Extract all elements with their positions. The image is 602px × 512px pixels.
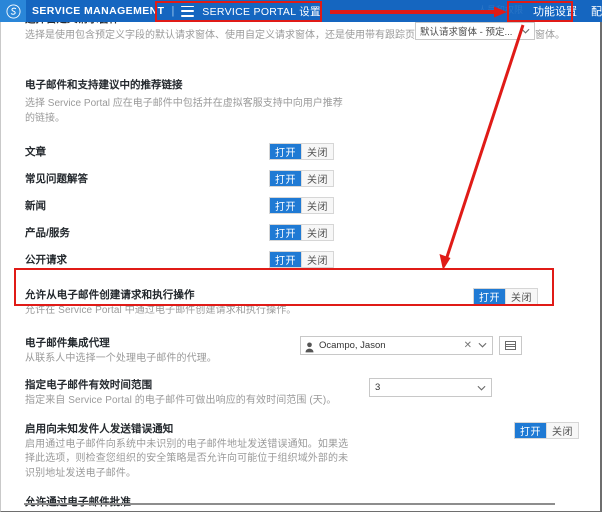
link-item-label: 产品/服务 — [25, 227, 70, 239]
service-portal-settings-nav[interactable]: SERVICE PORTAL 设置 — [181, 4, 321, 19]
recommended-links-desc: 选择 Service Portal 应在电子邮件中包括并在虚拟客服支持中向用户推… — [25, 98, 343, 124]
toggle-off-label[interactable]: 关闭 — [301, 171, 333, 186]
email-validity-range-setting: 指定电子邮件有效时间范围 指定来自 Service Portal 的电子邮件可做… — [25, 378, 579, 409]
toggle-unknown-sender-notification[interactable]: 打开 关闭 — [514, 421, 579, 439]
allow-create-from-email-text: 允许从电子邮件创建请求和执行操作 允许在 Service Portal 中通过电… — [25, 288, 296, 319]
toggle-off-label[interactable]: 关闭 — [546, 422, 578, 438]
unknown-sender-notification-text: 启用向未知发件人发送错误通知 启用通过电子邮件向系统中未识别的电子邮件地址发送错… — [25, 422, 355, 482]
allow-create-from-email-desc: 允许在 Service Portal 中通过电子邮件创建请求和执行操作。 — [25, 305, 297, 316]
settings-scroll-area[interactable]: 选择自定义请求窗体 选择是使用包含预定义字段的默认请求窗体、使用自定义请求窗体，… — [0, 22, 602, 512]
toggle-on-label[interactable]: 打开 — [270, 144, 301, 159]
link-item-label: 文章 — [25, 146, 46, 158]
email-validity-range-desc: 指定来自 Service Portal 的电子邮件可做出响应的有效时间范围 (天… — [25, 395, 337, 406]
link-item-label: 新闻 — [25, 200, 46, 212]
service-management-logo-icon[interactable] — [0, 0, 26, 22]
toggle-on-label[interactable]: 打开 — [474, 289, 505, 304]
service-portal-settings-label: SERVICE PORTAL 设置 — [202, 5, 321, 18]
recommended-links-toggle-list: 文章 打开 关闭 常见问题解答 打开 关闭 新闻 打开 关闭 产品/服务 打开 … — [25, 138, 579, 273]
allow-create-from-email-control: 打开 关闭 — [473, 288, 538, 306]
email-integration-agent-text: 电子邮件集成代理 从联系人中选择一个处理电子邮件的代理。 — [25, 336, 217, 367]
list-item: 常见问题解答 打开 关闭 — [25, 165, 579, 192]
toggle-news[interactable]: 打开 关闭 — [269, 197, 334, 214]
toggle-faq[interactable]: 打开 关闭 — [269, 170, 334, 187]
email-validity-range-text: 指定电子邮件有效时间范围 指定来自 Service Portal 的电子邮件可做… — [25, 378, 336, 409]
agent-picker-value: Ocampo, Jason — [319, 339, 386, 351]
list-item: 公开请求 打开 关闭 — [25, 246, 579, 273]
allow-create-from-email-setting: 允许从电子邮件创建请求和执行操作 允许在 Service Portal 中通过电… — [16, 282, 547, 325]
product-title: SERVICE MANAGEMENT — [32, 5, 165, 17]
toggle-allow-create-from-email[interactable]: 打开 关闭 — [473, 288, 538, 305]
toggle-off-label[interactable]: 关闭 — [301, 144, 333, 159]
chevron-down-icon[interactable] — [478, 342, 487, 348]
chevron-down-icon — [521, 28, 530, 34]
chevron-down-icon — [477, 385, 486, 391]
custom-request-form-select[interactable]: 默认请求窗体 - 预定... — [415, 22, 535, 40]
recommended-links-title: 电子邮件和支持建议中的推荐链接 — [25, 79, 183, 91]
toggle-off-label[interactable]: 关闭 — [505, 289, 537, 304]
hamburger-icon[interactable] — [181, 5, 195, 17]
header-separator: | — [171, 5, 175, 17]
email-integration-agent-control: Ocampo, Jason ✕ — [300, 335, 522, 355]
toggle-off-label[interactable]: 关闭 — [301, 198, 333, 213]
app-header: SERVICE MANAGEMENT | SERVICE PORTAL 设置 人… — [0, 0, 602, 22]
header-faint-menu[interactable]: 人员和权限 — [478, 5, 523, 15]
email-validity-value: 3 — [375, 382, 381, 393]
unknown-sender-notification-control: 打开 关闭 — [514, 421, 579, 440]
email-approval-title: 允许通过电子邮件批准 — [25, 496, 131, 508]
toggle-off-label[interactable]: 关闭 — [301, 252, 333, 267]
link-item-label: 常见问题解答 — [25, 173, 88, 185]
email-validity-select[interactable]: 3 — [369, 378, 492, 397]
email-integration-agent-desc: 从联系人中选择一个处理电子邮件的代理。 — [25, 352, 217, 364]
toggle-off-label[interactable]: 关闭 — [301, 225, 333, 240]
custom-request-form-select-value: 默认请求窗体 - 预定... — [420, 27, 513, 38]
unknown-sender-notification-setting: 启用向未知发件人发送错误通知 启用通过电子邮件向系统中未识别的电子邮件地址发送错… — [25, 421, 579, 482]
list-item: 文章 打开 关闭 — [25, 138, 579, 165]
list-item: 新闻 打开 关闭 — [25, 192, 579, 219]
toggle-on-label[interactable]: 打开 — [270, 171, 301, 186]
toggle-on-label[interactable]: 打开 — [270, 225, 301, 240]
feature-settings-menu[interactable]: 功能设置 — [533, 3, 577, 19]
email-validity-range-control: 3 — [369, 378, 492, 397]
custom-request-form-setting: 选择自定义请求窗体 选择是使用包含预定义字段的默认请求窗体、使用自定义请求窗体，… — [25, 22, 579, 66]
email-validity-range-title: 指定电子邮件有效时间范围 — [25, 379, 153, 391]
list-picker-icon[interactable] — [499, 335, 522, 355]
link-item-label: 公开请求 — [25, 254, 67, 266]
clear-x-icon[interactable]: ✕ — [464, 340, 472, 351]
toggle-public-requests[interactable]: 打开 关闭 — [269, 251, 334, 268]
config-menu[interactable]: 配 — [591, 3, 602, 19]
settings-list: 选择自定义请求窗体 选择是使用包含预定义字段的默认请求窗体、使用自定义请求窗体，… — [1, 22, 579, 511]
unknown-sender-notification-title: 启用向未知发件人发送错误通知 — [25, 422, 174, 435]
person-icon — [305, 340, 314, 352]
recommended-links-section: 电子邮件和支持建议中的推荐链接 选择 Service Portal 应在电子邮件… — [25, 78, 579, 126]
list-item: 产品/服务 打开 关闭 — [25, 219, 579, 246]
toggle-on-label[interactable]: 打开 — [270, 252, 301, 267]
toggle-on-label[interactable]: 打开 — [515, 422, 546, 438]
unknown-sender-notification-desc: 启用通过电子邮件向系统中未识别的电子邮件地址发送错误通知。如果选择此选项，则检查… — [25, 438, 349, 479]
email-integration-agent-title: 电子邮件集成代理 — [25, 336, 110, 349]
service-portal-settings-page: SERVICE MANAGEMENT | SERVICE PORTAL 设置 人… — [0, 0, 602, 512]
allow-create-from-email-title: 允许从电子邮件创建请求和执行操作 — [25, 289, 195, 301]
toggle-products-services[interactable]: 打开 关闭 — [269, 224, 334, 241]
email-integration-agent-setting: 电子邮件集成代理 从联系人中选择一个处理电子邮件的代理。 Ocampo, Jas… — [25, 335, 579, 367]
section-divider — [24, 503, 555, 505]
toggle-articles[interactable]: 打开 关闭 — [269, 143, 334, 160]
agent-picker-input[interactable]: Ocampo, Jason ✕ — [300, 335, 493, 355]
toggle-on-label[interactable]: 打开 — [270, 198, 301, 213]
